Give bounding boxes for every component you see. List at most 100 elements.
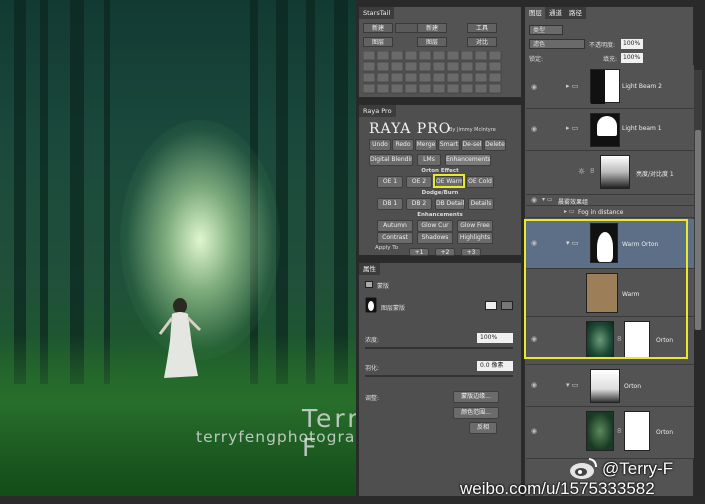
- starstail-button[interactable]: 图层: [363, 37, 393, 47]
- oe2-button[interactable]: OE 2: [406, 176, 432, 188]
- db-details-button[interactable]: DB Details: [435, 198, 465, 210]
- starstail-button[interactable]: 图层: [417, 37, 447, 47]
- highlights-button[interactable]: Highlights: [457, 232, 493, 244]
- starstail-button[interactable]: 对比: [467, 37, 497, 47]
- invert-button[interactable]: 反相: [469, 422, 497, 434]
- deselect-button[interactable]: De-sel: [461, 139, 483, 151]
- folder-icon[interactable]: ▸ ▭: [564, 208, 575, 215]
- feather-field[interactable]: 0.0 像素: [477, 361, 513, 371]
- layer-name[interactable]: 晨雾效果组: [558, 197, 588, 206]
- oe-cold-button[interactable]: OE Cold: [466, 176, 494, 188]
- layer-name[interactable]: Orton: [656, 337, 673, 344]
- merge-button[interactable]: Merge: [415, 139, 437, 151]
- properties-tab[interactable]: 属性: [359, 263, 380, 275]
- tab-digital-blending[interactable]: Digital Blending: [369, 154, 413, 166]
- layer-name[interactable]: Orton: [624, 383, 641, 390]
- layer-thumbnail: [590, 69, 620, 104]
- photo-canvas[interactable]: Terry F terryfengphotography.lofter.com: [0, 0, 356, 504]
- details-button[interactable]: Details: [468, 198, 494, 210]
- kind-filter[interactable]: 类型: [529, 25, 563, 35]
- glow-cur-button[interactable]: Glow Cur: [417, 220, 453, 232]
- glow-free-button[interactable]: Glow Free: [457, 220, 493, 232]
- eye-icon[interactable]: ◉: [530, 83, 538, 91]
- opacity-field[interactable]: 100%: [621, 39, 643, 49]
- layer-name[interactable]: Light Beam 2: [622, 83, 662, 90]
- apply-3-button[interactable]: +3: [461, 248, 481, 256]
- layer-name[interactable]: Warm: [622, 291, 639, 298]
- folder-icon[interactable]: ▸ ▭: [566, 124, 578, 132]
- autumn-button[interactable]: Autumn: [377, 220, 413, 232]
- layer-name[interactable]: Fog in distance: [578, 209, 623, 216]
- starstail-button[interactable]: 新建: [417, 23, 447, 33]
- fill-field[interactable]: 100%: [621, 53, 643, 63]
- link-icon[interactable]: 8: [590, 167, 594, 175]
- starstail-button[interactable]: 新建: [363, 23, 393, 33]
- layer-row[interactable]: ▸ ▭ Fog in distance: [526, 206, 694, 218]
- mask-thumbnail: [365, 297, 377, 313]
- layer-row[interactable]: ☼ 8 亮度/对比度 1: [526, 151, 694, 195]
- lock-label: 锁定:: [529, 56, 544, 63]
- feather-slider[interactable]: [365, 375, 513, 377]
- tab-lms[interactable]: LMs: [417, 154, 441, 166]
- layer-row[interactable]: ◉ 8 Orton: [526, 317, 694, 365]
- layer-name[interactable]: Orton: [656, 429, 673, 436]
- layer-group-row[interactable]: ◉ ▾ ▭ 晨雾效果组: [526, 195, 694, 206]
- blend-mode-select[interactable]: 滤色: [529, 39, 585, 49]
- starstail-icon-grid[interactable]: [363, 51, 517, 95]
- girl-figure: [158, 298, 202, 378]
- db1-button[interactable]: DB 1: [377, 198, 403, 210]
- chevron-down-icon[interactable]: ▾ ▭: [542, 196, 553, 203]
- tree-trunk: [14, 0, 26, 384]
- apply-2-button[interactable]: +2: [435, 248, 455, 256]
- eye-icon[interactable]: ◉: [530, 239, 538, 247]
- pixel-mask-icon[interactable]: [485, 301, 497, 310]
- tab-enhancements[interactable]: Enhancements: [445, 154, 491, 166]
- layer-row[interactable]: ◉ ▸ ▭ Light beam 1: [526, 109, 694, 151]
- undo-button[interactable]: Undo: [369, 139, 391, 151]
- shadows-button[interactable]: Shadows: [417, 232, 453, 244]
- starstail-tab[interactable]: StarsTail: [359, 7, 395, 19]
- layers-scrollbar[interactable]: [694, 70, 702, 330]
- layer-name[interactable]: Light beam 1: [622, 125, 662, 132]
- starstail-button[interactable]: 工具: [467, 23, 497, 33]
- folder-icon[interactable]: ▸ ▭: [566, 82, 578, 90]
- apply-1-button[interactable]: +1: [409, 248, 429, 256]
- mask-thumbnail: [624, 321, 650, 359]
- oe1-button[interactable]: OE 1: [377, 176, 403, 188]
- layer-name[interactable]: Warm Orton: [622, 241, 658, 248]
- density-field[interactable]: 100%: [477, 333, 513, 343]
- db2-button[interactable]: DB 2: [406, 198, 432, 210]
- chevron-down-icon[interactable]: ▾ ▭: [566, 239, 578, 247]
- link-icon[interactable]: 8: [617, 335, 621, 343]
- color-range-button[interactable]: 颜色范围...: [453, 407, 499, 419]
- delete-button[interactable]: Delete: [484, 139, 506, 151]
- layer-row-selected[interactable]: ◉ ▾ ▭ Warm Orton: [526, 219, 694, 269]
- tab-paths[interactable]: 路径: [565, 7, 586, 19]
- eye-icon[interactable]: ◉: [530, 381, 538, 389]
- eye-icon[interactable]: ◉: [530, 427, 538, 435]
- layer-row[interactable]: ◉ ▾ ▭ Orton: [526, 365, 694, 407]
- chevron-down-icon[interactable]: ▾ ▭: [566, 381, 578, 389]
- eye-icon[interactable]: ◉: [530, 125, 538, 133]
- mask-edge-button[interactable]: 蒙版边缘...: [453, 391, 499, 403]
- layer-row[interactable]: ◉ ▸ ▭ Light Beam 2: [526, 65, 694, 109]
- contrast-button[interactable]: Contrast: [377, 232, 413, 244]
- raya-title: RAYA PRO: [369, 121, 452, 137]
- smart-button[interactable]: Smart: [438, 139, 460, 151]
- tab-layers[interactable]: 图层: [525, 7, 546, 19]
- oe-warm-button[interactable]: OE Warm: [435, 176, 463, 188]
- redo-button[interactable]: Redo: [392, 139, 414, 151]
- link-icon[interactable]: 8: [617, 427, 621, 435]
- eye-icon[interactable]: ◉: [530, 335, 538, 343]
- tree-trunk: [276, 0, 288, 384]
- enhancements-section-title: Enhancements: [417, 212, 463, 218]
- layer-name[interactable]: 亮度/对比度 1: [636, 169, 674, 178]
- weibo-handle: @Terry-F: [602, 459, 674, 478]
- density-slider[interactable]: [365, 347, 513, 349]
- layer-row[interactable]: Warm: [526, 269, 694, 317]
- tab-channels[interactable]: 通道: [545, 7, 566, 19]
- eye-icon[interactable]: ◉: [530, 196, 538, 204]
- raya-tab[interactable]: Raya Pro: [359, 105, 396, 117]
- layer-row[interactable]: ◉ 8 Orton: [526, 407, 694, 459]
- vector-mask-icon[interactable]: [501, 301, 513, 310]
